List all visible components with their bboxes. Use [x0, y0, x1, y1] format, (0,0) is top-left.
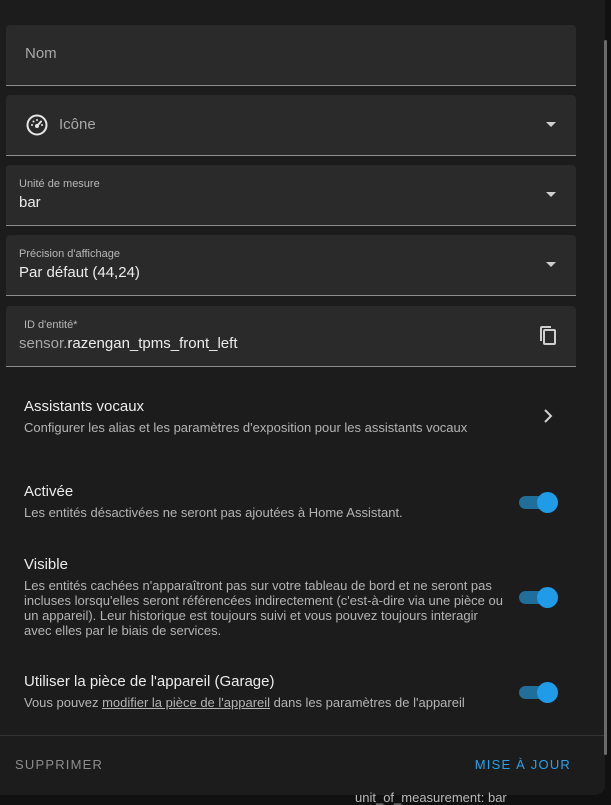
entity-id-text: razengan_tpms_front_left: [67, 335, 238, 352]
entity-id-label: ID d'entité*: [24, 319, 78, 331]
chevron-down-icon[interactable]: [546, 192, 556, 197]
voice-assistants-row[interactable]: Assistants vocaux Configurer les alias e…: [24, 398, 564, 435]
copy-icon[interactable]: [536, 324, 560, 348]
visible-row: Visible Les entités cachées n'apparaîtro…: [24, 556, 504, 638]
enabled-toggle[interactable]: [518, 491, 558, 513]
toggle-thumb: [537, 587, 558, 608]
footer-divider: [0, 735, 605, 736]
visible-desc: Les entités cachées n'apparaîtront pas s…: [24, 578, 503, 638]
area-row: Utiliser la pièce de l'appareil (Garage)…: [24, 673, 564, 710]
edit-device-area-link[interactable]: modifier la pièce de l'appareil: [102, 695, 270, 710]
entity-id-prefix: sensor.: [19, 335, 68, 352]
unit-select[interactable]: Unité de mesure bar: [6, 165, 576, 226]
gauge-icon: [26, 114, 48, 136]
name-field-label: Nom: [25, 45, 57, 62]
enabled-desc: Les entités désactivées ne seront pas aj…: [24, 505, 403, 520]
entity-id-field[interactable]: ID d'entité* sensor.razengan_tpms_front_…: [6, 306, 576, 367]
unit-select-value: bar: [19, 194, 41, 211]
area-toggle[interactable]: [518, 681, 558, 703]
scrollbar[interactable]: [604, 40, 607, 755]
area-title: Utiliser la pièce de l'appareil (Garage): [24, 673, 275, 690]
delete-button[interactable]: SUPPRIMER: [15, 757, 103, 772]
chevron-down-icon[interactable]: [546, 262, 556, 267]
area-desc-after: dans les paramètres de l'appareil: [270, 695, 465, 710]
icon-field[interactable]: Icône: [6, 95, 576, 156]
visible-toggle[interactable]: [518, 586, 558, 608]
icon-field-label: Icône: [59, 116, 96, 133]
area-desc-before: Vous pouvez: [24, 695, 103, 710]
voice-assistants-desc: Configurer les alias et les paramètres d…: [24, 420, 468, 435]
enabled-row: Activée Les entités désactivées ne seron…: [24, 483, 564, 520]
visible-title: Visible: [24, 556, 68, 573]
enabled-title: Activée: [24, 483, 74, 500]
name-field[interactable]: Nom: [6, 25, 576, 86]
unit-select-label: Unité de mesure: [19, 178, 100, 190]
toggle-thumb: [537, 492, 558, 513]
entity-settings-dialog: Nom Icône Unité de mesure bar Précision …: [0, 0, 605, 795]
precision-select-label: Précision d'affichage: [19, 248, 120, 260]
precision-select-value: Par défaut (44,24): [19, 264, 140, 281]
toggle-thumb: [537, 682, 558, 703]
precision-select[interactable]: Précision d'affichage Par défaut (44,24): [6, 235, 576, 296]
background-yaml-text: unit_of_measurement: bar: [355, 790, 507, 805]
update-button[interactable]: MISE À JOUR: [475, 757, 571, 772]
chevron-down-icon[interactable]: [546, 122, 556, 127]
area-desc: Vous pouvez modifier la pièce de l'appar…: [24, 695, 564, 710]
entity-id-value[interactable]: sensor.razengan_tpms_front_left: [19, 335, 237, 352]
chevron-right-icon[interactable]: [540, 407, 556, 425]
voice-assistants-title: Assistants vocaux: [24, 398, 145, 415]
